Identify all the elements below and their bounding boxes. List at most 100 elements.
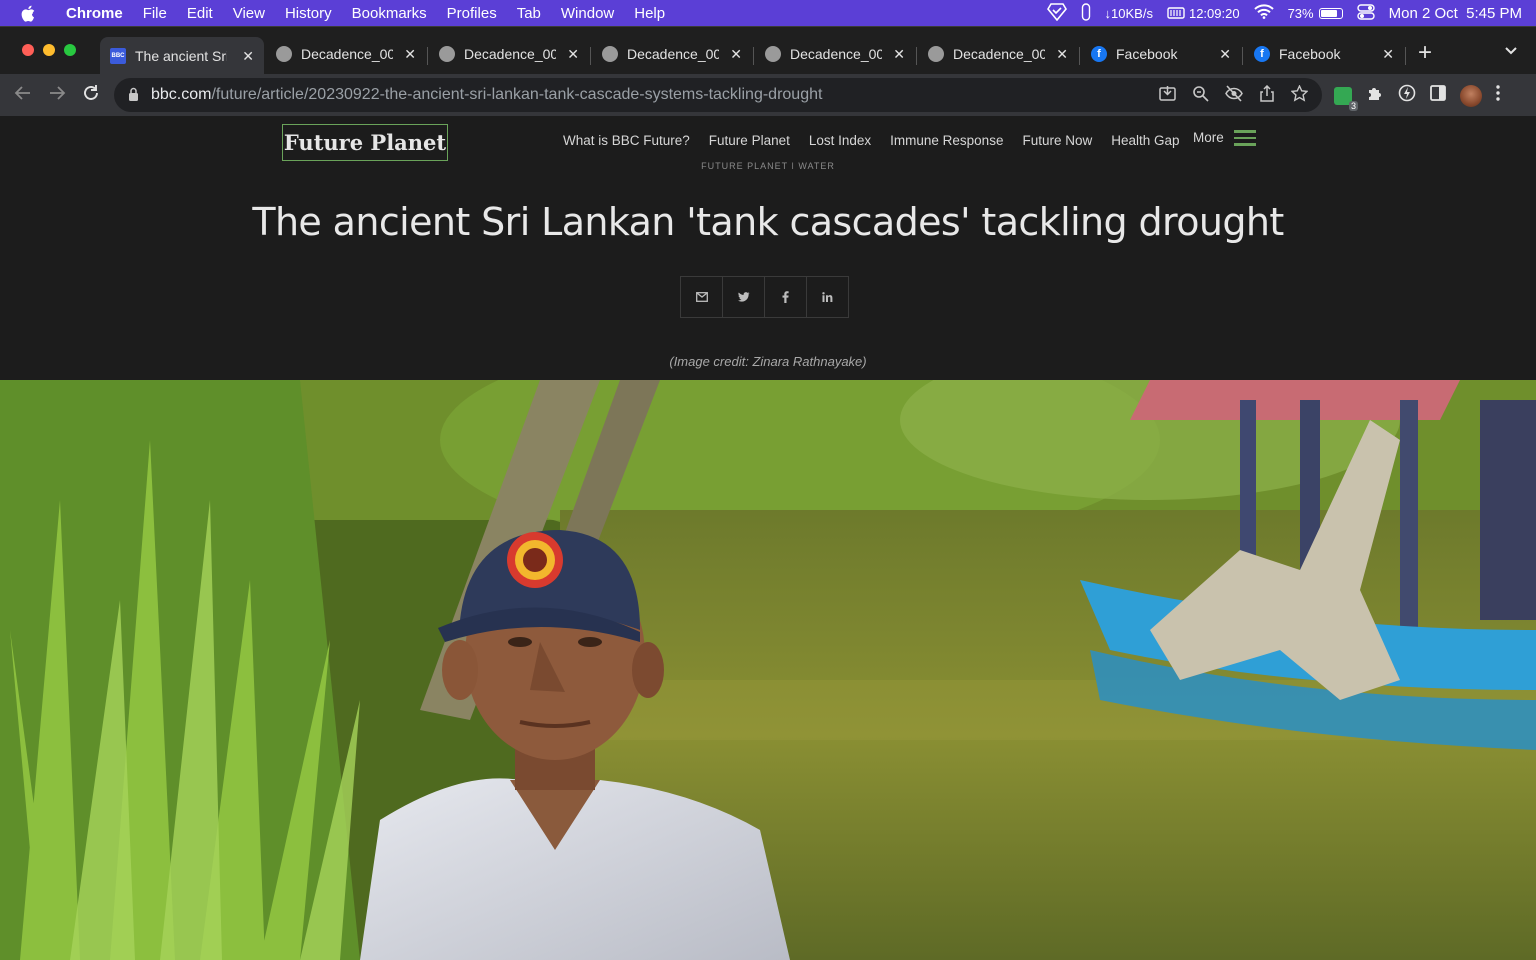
close-tab-icon[interactable]: ✕ [1048,46,1068,63]
zoom-icon[interactable] [1192,85,1209,107]
menu-tab[interactable]: Tab [507,5,551,22]
menubar-datetime[interactable]: Mon 2 Oct 5:45 PM [1389,5,1522,22]
memory-icon [1167,7,1185,19]
zoom-window-button[interactable] [64,44,76,56]
menu-view[interactable]: View [223,5,275,22]
minimize-window-button[interactable] [43,44,55,56]
globe-icon [276,46,292,62]
apple-menu-icon[interactable] [0,5,56,22]
tab-title: Facebook [1279,46,1341,62]
battery-status[interactable]: 73% [1288,6,1343,21]
forward-arrow-icon[interactable] [48,84,66,107]
tab-separator [590,47,591,65]
facebook-icon: f [1091,46,1107,62]
shield-check-icon[interactable] [1046,2,1067,24]
url-host: bbc.com [151,86,212,103]
share-buttons [680,276,849,318]
address-bar[interactable]: bbc.com/future/article/20230922-the-anci… [114,78,1322,112]
more-label: More [1193,130,1224,146]
profile-avatar[interactable] [1460,84,1482,107]
close-tab-icon[interactable]: ✕ [1211,46,1231,63]
extensions-puzzle-icon[interactable] [1366,84,1384,107]
nav-health-gap[interactable]: Health Gap [1111,133,1179,148]
menu-window[interactable]: Window [551,5,624,22]
chrome-menu-icon[interactable] [1496,85,1500,106]
menu-bookmarks[interactable]: Bookmarks [342,5,437,22]
eye-off-icon[interactable] [1225,85,1243,107]
nav-immune-response[interactable]: Immune Response [890,133,1003,148]
extension-badge: 3 [1348,100,1358,111]
tab-separator [916,47,917,65]
menu-profiles[interactable]: Profiles [437,5,507,22]
tab-search-chevron-icon[interactable] [1504,43,1518,61]
tab-decadence-5[interactable]: Decadence_00 ✕ [918,37,1078,71]
tab-decadence-2[interactable]: Decadence_00 ✕ [429,37,589,71]
reload-icon[interactable] [82,84,100,107]
tab-title: Facebook [1116,46,1178,62]
facebook-share-button[interactable] [764,276,807,318]
menu-file[interactable]: File [133,5,177,22]
close-window-button[interactable] [22,44,34,56]
tab-separator [753,47,754,65]
tab-decadence-3[interactable]: Decadence_00 ✕ [592,37,752,71]
future-planet-logo[interactable]: Future Planet [282,124,448,161]
browser-toolbar: bbc.com/future/article/20230922-the-anci… [0,74,1536,116]
wifi-icon[interactable] [1253,4,1274,22]
new-tab-button[interactable]: + [1418,41,1432,65]
menu-history[interactable]: History [275,5,342,22]
site-nav: What is BBC Future? Future Planet Lost I… [563,133,1180,148]
bolt-extension-icon[interactable] [1398,84,1416,107]
tab-separator [1405,47,1406,65]
battery-icon [1318,7,1343,19]
close-tab-icon[interactable]: ✕ [885,46,905,63]
close-tab-icon[interactable]: ✕ [234,48,254,65]
menu-app-chrome[interactable]: Chrome [56,5,133,22]
hero-photo-illustration [0,380,1536,960]
close-tab-icon[interactable]: ✕ [396,46,416,63]
install-app-icon[interactable] [1159,85,1176,107]
tab-title: The ancient Sri [135,48,227,64]
hero-image [0,380,1536,960]
nav-future-now[interactable]: Future Now [1022,133,1092,148]
lock-icon[interactable] [128,87,139,102]
share-icon[interactable] [1259,84,1275,107]
tab-facebook-1[interactable]: f Facebook ✕ [1081,37,1241,71]
facebook-f-icon [782,291,789,303]
tab-decadence-4[interactable]: Decadence_00 ✕ [755,37,915,71]
close-tab-icon[interactable]: ✕ [559,46,579,63]
twitter-share-button[interactable] [722,276,765,318]
globe-icon [439,46,455,62]
tab-facebook-2[interactable]: f Facebook ✕ [1244,37,1404,71]
timer-widget[interactable]: 12:09:20 [1167,6,1240,21]
side-panel-icon[interactable] [1430,85,1446,106]
linkedin-share-button[interactable] [806,276,849,318]
control-center-icon[interactable] [1356,3,1375,23]
more-menu-button[interactable]: More [1193,130,1256,146]
nav-what-is-bbc-future[interactable]: What is BBC Future? [563,133,690,148]
tab-separator [1242,47,1243,65]
extension-sheets-icon[interactable]: 3 [1334,86,1358,111]
tab-bbc-article[interactable]: BBC The ancient Sri ✕ [100,37,264,75]
tab-title: Decadence_00 [464,46,556,62]
bookmark-star-icon[interactable] [1290,84,1309,107]
nav-future-planet[interactable]: Future Planet [709,133,790,148]
facebook-icon: f [1254,46,1270,62]
globe-icon [602,46,618,62]
close-tab-icon[interactable]: ✕ [1374,46,1394,63]
url-path: /future/article/20230922-the-ancient-sri… [211,86,823,103]
network-speed[interactable]: ↓10KB/s [1105,6,1153,21]
close-tab-icon[interactable]: ✕ [722,46,742,63]
menu-edit[interactable]: Edit [177,5,223,22]
url-text[interactable]: bbc.com/future/article/20230922-the-anci… [151,86,822,104]
menu-help[interactable]: Help [624,5,675,22]
nav-lost-index[interactable]: Lost Index [809,133,871,148]
tab-decadence-1[interactable]: Decadence_00 ✕ [266,37,426,71]
paperclip-icon[interactable] [1081,2,1091,24]
email-share-button[interactable] [680,276,723,318]
article-kicker[interactable]: FUTURE PLANET | WATER [0,161,1536,169]
battery-percent: 73% [1287,5,1314,21]
back-arrow-icon[interactable] [14,84,32,107]
globe-icon [928,46,944,62]
bbc-icon: BBC [110,48,126,64]
tab-title: Decadence_00 [301,46,393,62]
